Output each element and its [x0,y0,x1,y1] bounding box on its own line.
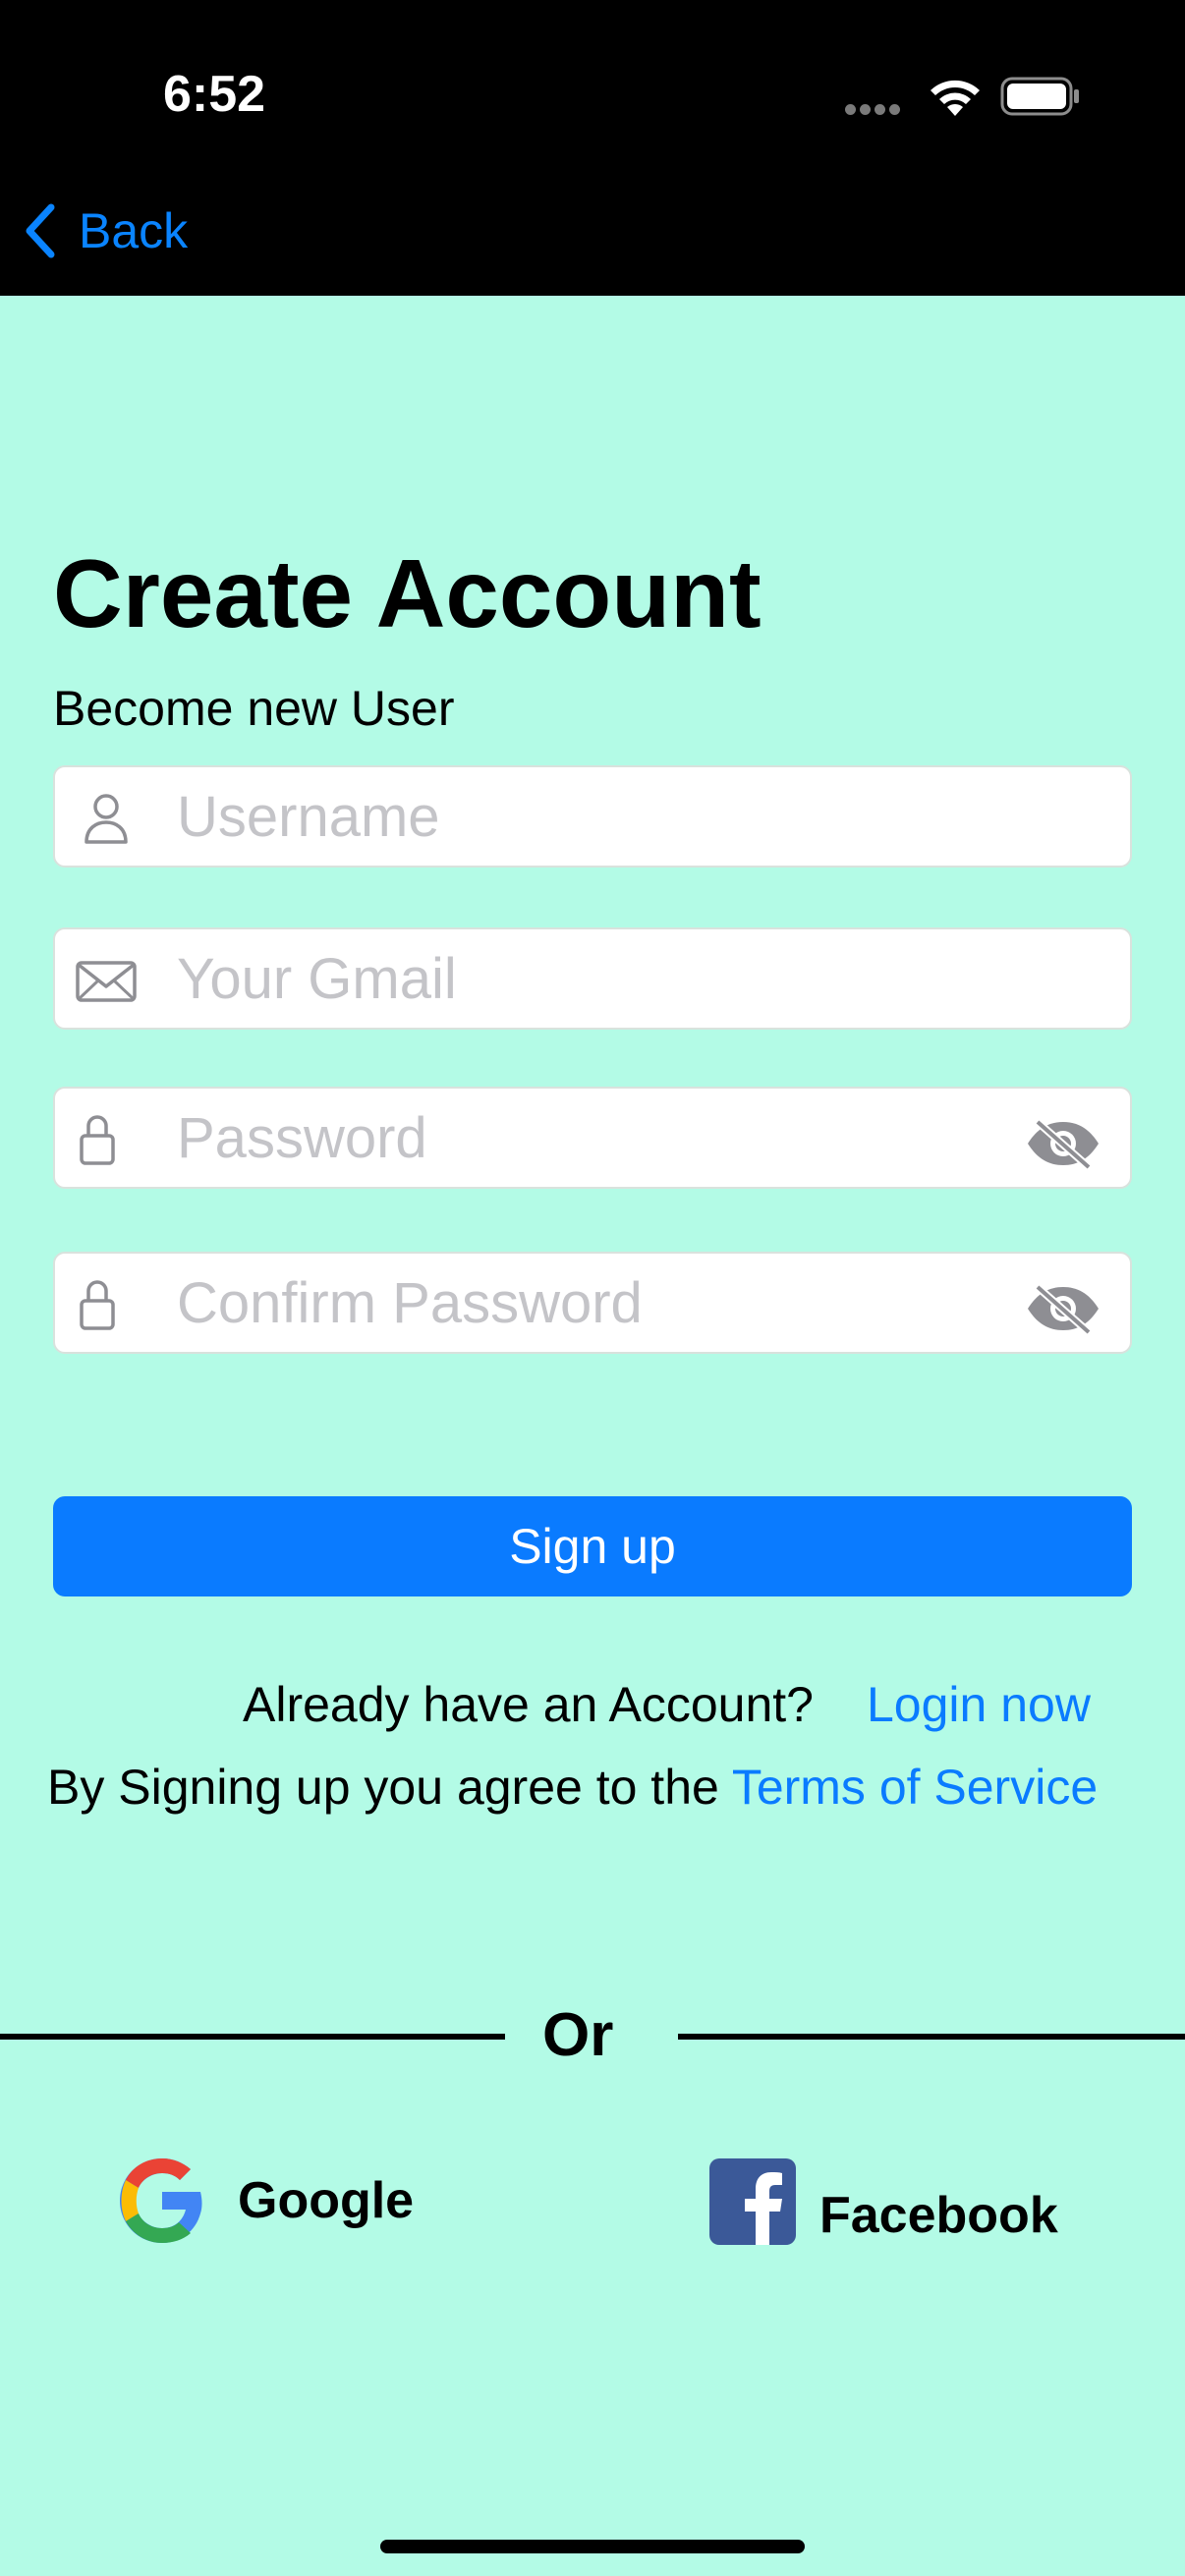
back-label: Back [79,203,189,258]
confirm-password-input[interactable] [177,1254,1022,1352]
sign-up-button[interactable]: Sign up [53,1496,1132,1596]
wifi-icon [931,80,980,116]
chevron-left-icon [26,203,55,258]
username-input[interactable] [177,767,1022,866]
email-field[interactable] [53,927,1132,1030]
terms-prefix: By Signing up you agree to the [47,1760,732,1815]
status-icons [845,73,1081,124]
terms-row: By Signing up you agree to the Terms of … [47,1759,1098,1816]
signal-icon [845,102,904,120]
confirm-password-field[interactable] [53,1252,1132,1354]
email-input[interactable] [177,929,1022,1028]
back-button[interactable]: Back [22,196,188,265]
facebook-sign-in-button[interactable]: Facebook [709,2158,1058,2245]
already-have-account-text: Already have an Account? [243,1677,814,1732]
eye-slash-icon[interactable] [1024,1118,1102,1169]
person-icon [85,794,128,844]
top-bar: 6:52 Back [0,0,1185,296]
home-indicator[interactable] [380,2540,805,2553]
facebook-icon [709,2158,796,2245]
username-field[interactable] [53,765,1132,868]
divider-right [678,2034,1185,2040]
page-subtitle: Become new User [53,681,455,736]
lock-icon [80,1280,115,1330]
battery-icon [1000,77,1079,116]
terms-of-service-link[interactable]: Terms of Service [732,1760,1098,1815]
login-now-link[interactable]: Login now [867,1676,1091,1733]
facebook-label: Facebook [819,2187,1058,2244]
google-icon [120,2158,202,2243]
password-field[interactable] [53,1087,1132,1189]
google-sign-in-button[interactable]: Google [116,2155,414,2247]
lock-icon [80,1115,115,1165]
envelope-icon [76,961,137,1002]
password-input[interactable] [177,1089,1022,1187]
or-label: Or [542,2001,614,2069]
google-label: Google [238,2172,415,2229]
divider-left [0,2034,505,2040]
eye-slash-icon[interactable] [1024,1283,1102,1334]
status-time: 6:52 [163,66,266,123]
page-title: Create Account [53,539,762,647]
